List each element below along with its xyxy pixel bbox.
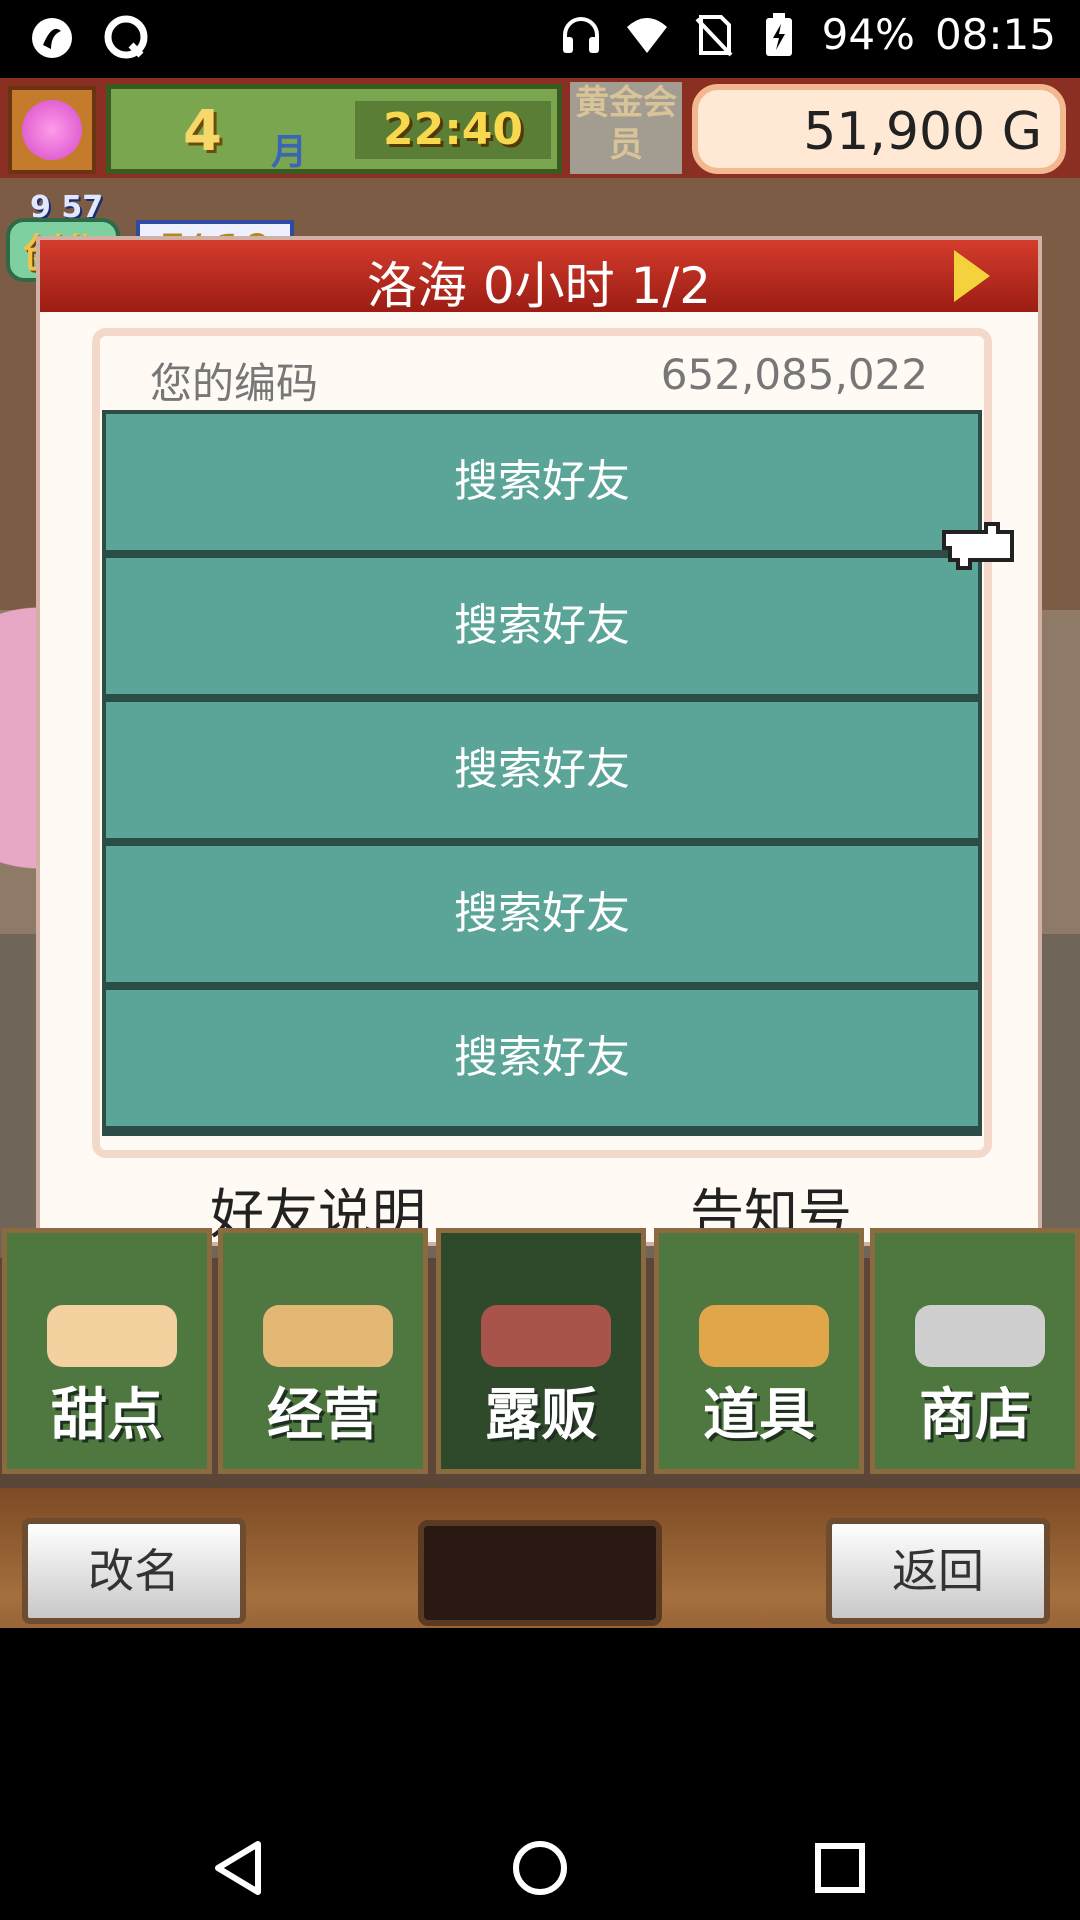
bottom-panel: 改名 返回	[0, 1488, 1080, 1628]
tab-items[interactable]: 道具	[654, 1228, 864, 1474]
app-notification-icon	[28, 14, 76, 62]
tab-label: 甜点	[51, 1383, 163, 1448]
cart-icon	[915, 1305, 1045, 1367]
date-display: 4 月 22:40	[106, 84, 562, 174]
home-icon[interactable]	[500, 1828, 580, 1908]
search-friend-button-2[interactable]: 搜索好友	[106, 558, 978, 694]
tab-label: 道具	[703, 1383, 815, 1448]
hand-pointer-icon	[940, 518, 1020, 578]
bag-icon	[699, 1305, 829, 1367]
category-tabs: 甜点 经营 露贩 道具 商店	[0, 1228, 1080, 1478]
wifi-icon	[624, 12, 670, 58]
building-icon	[263, 1305, 393, 1367]
navigation-bar	[0, 1628, 1080, 1920]
dialog-header: 洛海 0小时 1/2	[40, 240, 1038, 315]
food-truck-icon	[481, 1305, 611, 1367]
next-page-icon[interactable]	[954, 250, 990, 302]
headset-icon	[558, 12, 604, 58]
money-display: 51,900 G	[692, 84, 1066, 174]
friend-list: 搜索好友 搜索好友 搜索好友 搜索好友 搜索好友	[102, 410, 982, 1136]
top-hud: 4 月 22:40 黄金会员 51,900 G	[0, 78, 1080, 178]
status-bar: 94% 08:15	[0, 0, 1080, 78]
tab-dessert[interactable]: 甜点	[2, 1228, 212, 1474]
search-friend-button-1[interactable]: 搜索好友	[106, 414, 978, 550]
back-button[interactable]: 返回	[826, 1518, 1050, 1624]
battery-charging-icon	[756, 12, 802, 58]
qq-icon	[102, 14, 150, 62]
cake-icon	[47, 1305, 177, 1367]
gold-member-badge[interactable]: 黄金会员	[570, 82, 682, 174]
search-friend-button-5[interactable]: 搜索好友	[106, 990, 978, 1126]
tab-label: 经营	[267, 1383, 379, 1448]
recents-icon[interactable]	[800, 1828, 880, 1908]
center-slot	[418, 1520, 662, 1626]
cherry-tree-icon[interactable]	[8, 86, 96, 174]
tab-management[interactable]: 经营	[218, 1228, 428, 1474]
search-friend-button-3[interactable]: 搜索好友	[106, 702, 978, 838]
rename-button[interactable]: 改名	[22, 1518, 246, 1624]
money-value: 51,900 G	[803, 102, 1042, 162]
search-friend-button-4[interactable]: 搜索好友	[106, 846, 978, 982]
month-label: 月	[271, 132, 308, 173]
no-sim-icon	[690, 12, 736, 58]
dialog-title: 洛海 0小时 1/2	[366, 257, 712, 315]
game-screen: 4 月 22:40 黄金会员 51,900 G 9 57 创作 5/ 10 洛海…	[0, 78, 1080, 1628]
game-clock: 22:40	[355, 101, 551, 159]
month-number: 4	[183, 99, 222, 164]
tab-shop[interactable]: 商店	[870, 1228, 1080, 1474]
battery-percent: 94%	[821, 10, 915, 59]
tab-label: 露贩	[485, 1383, 597, 1448]
back-icon[interactable]	[200, 1828, 280, 1908]
code-value: 652,085,022	[660, 350, 928, 399]
tab-stall[interactable]: 露贩	[436, 1228, 646, 1474]
clock: 08:15	[934, 10, 1056, 59]
tab-label: 商店	[919, 1383, 1031, 1448]
code-label: 您的编码	[150, 359, 319, 408]
friend-dialog: 洛海 0小时 1/2 您的编码 652,085,022 搜索好友 搜索好友 搜索…	[36, 236, 1042, 1246]
